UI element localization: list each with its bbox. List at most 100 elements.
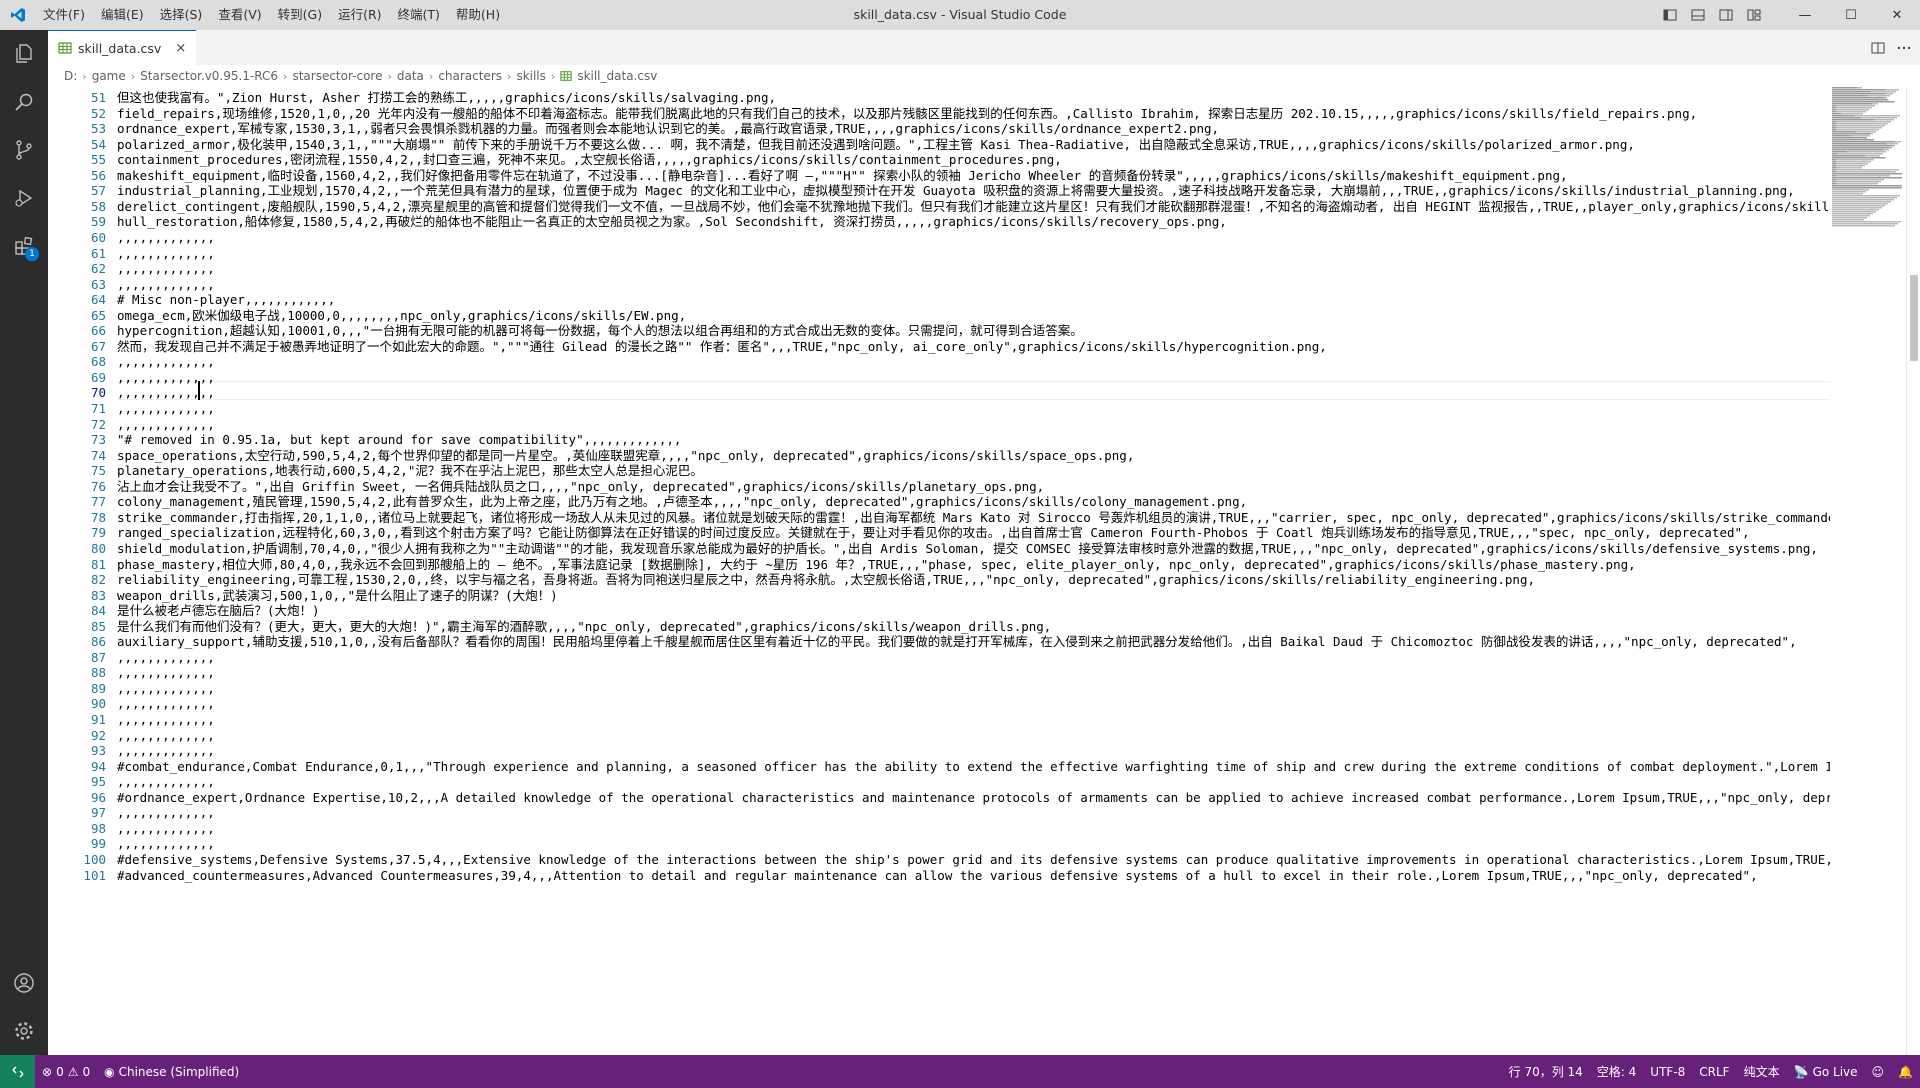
- csv-file-icon: [58, 42, 72, 54]
- indentation[interactable]: 空格: 4: [1590, 1063, 1644, 1080]
- remote-indicator-icon[interactable]: [0, 1055, 35, 1088]
- menu-item[interactable]: 终端(T): [390, 0, 448, 30]
- tab-skill-data-csv[interactable]: skill_data.csv ×: [48, 30, 197, 65]
- breadcrumb-separator: ›: [82, 69, 87, 83]
- minimap-line: [1832, 111, 1837, 113]
- minimap-line: [1832, 143, 1887, 145]
- minimap-line: [1832, 141, 1895, 143]
- minimap[interactable]: [1830, 87, 1906, 1055]
- vertical-scrollbar[interactable]: [1906, 87, 1920, 1055]
- minimap-line: [1832, 125, 1885, 127]
- breadcrumb-item[interactable]: Starsector.v0.95.1-RC6: [140, 69, 278, 83]
- explorer-icon[interactable]: [0, 30, 48, 78]
- close-window-button[interactable]: ✕: [1874, 0, 1920, 30]
- minimap-line: [1832, 167, 1862, 169]
- toggle-primary-sidebar-icon[interactable]: [1656, 0, 1684, 30]
- menu-item[interactable]: 选择(S): [152, 0, 211, 30]
- breadcrumb-item[interactable]: data: [397, 69, 424, 83]
- minimap-line: [1832, 121, 1891, 123]
- code-area[interactable]: 但这也使我富有。",Zion Hurst, Asher 打捞工会的熟练工,,,,…: [117, 87, 1830, 1055]
- csv-file-icon: [560, 71, 572, 81]
- minimap-line: [1832, 215, 1870, 217]
- end-of-line[interactable]: CRLF: [1692, 1065, 1736, 1079]
- minimize-button[interactable]: —: [1782, 0, 1828, 30]
- minimap-line: [1832, 221, 1901, 223]
- code-line[interactable]: #advanced_countermeasures,Advanced Count…: [117, 866, 1830, 885]
- menu-item[interactable]: 文件(F): [35, 0, 93, 30]
- feedback-icon[interactable]: ☺: [1865, 1065, 1892, 1079]
- breadcrumb-item[interactable]: starsector-core: [292, 69, 382, 83]
- minimap-line: [1832, 155, 1865, 157]
- breadcrumb-separator: ›: [130, 69, 136, 83]
- tab-close-button[interactable]: ×: [175, 41, 186, 56]
- minimap-line: [1832, 149, 1884, 151]
- menu-item[interactable]: 转到(G): [270, 0, 330, 30]
- run-debug-icon[interactable]: [0, 174, 48, 222]
- language-pack-indicator[interactable]: ◉ Chinese (Simplified): [97, 1065, 246, 1079]
- menu-item[interactable]: 帮助(H): [448, 0, 508, 30]
- menu-item[interactable]: 编辑(E): [93, 0, 152, 30]
- minimap-line: [1832, 157, 1886, 159]
- warning-icon: ⚠: [67, 1064, 79, 1079]
- maximize-button[interactable]: ☐: [1828, 0, 1874, 30]
- minimap-line: [1832, 91, 1871, 93]
- minimap-line: [1832, 213, 1873, 215]
- minimap-line: [1832, 201, 1891, 203]
- breadcrumb-separator: ›: [283, 69, 288, 83]
- minimap-line: [1832, 169, 1899, 171]
- language-mode[interactable]: 纯文本: [1737, 1063, 1787, 1080]
- minimap-line: [1832, 105, 1875, 107]
- minimap-line: [1832, 121, 1837, 123]
- customize-layout-icon[interactable]: [1740, 0, 1768, 30]
- encoding[interactable]: UTF-8: [1643, 1065, 1692, 1079]
- minimap-line: [1832, 179, 1884, 181]
- gear-icon[interactable]: [0, 1007, 48, 1055]
- minimap-line: [1832, 175, 1890, 177]
- minimap-line: [1832, 189, 1869, 191]
- breadcrumb-item[interactable]: characters: [438, 69, 502, 83]
- source-control-icon[interactable]: [0, 126, 48, 174]
- vscode-logo-icon[interactable]: [0, 0, 35, 30]
- cursor-position[interactable]: 行 70，列 14: [1502, 1063, 1590, 1080]
- minimap-line: [1832, 119, 1875, 121]
- minimap-line: [1832, 177, 1902, 179]
- minimap-line: [1832, 139, 1874, 141]
- minimap-line: [1832, 223, 1898, 225]
- minimap-line: [1832, 187, 1902, 189]
- problems-indicator[interactable]: ⊗ 0 ⚠ 0: [35, 1065, 97, 1079]
- breadcrumb-item[interactable]: game: [92, 69, 126, 83]
- split-editor-icon[interactable]: [1870, 40, 1886, 56]
- editor[interactable]: 51 52 53 54 55 56 57 58 59 60 61 62 63 64 65 66 67 68 69 70…: [48, 87, 1920, 1055]
- toggle-secondary-sidebar-icon[interactable]: [1712, 0, 1740, 30]
- minimap-line: [1832, 131, 1856, 133]
- minimap-line: [1832, 97, 1885, 99]
- extensions-icon[interactable]: 1: [0, 222, 48, 270]
- breadcrumb-item[interactable]: skills: [516, 69, 545, 83]
- warning-count: 0: [82, 1064, 91, 1079]
- minimap-line: [1832, 87, 1857, 89]
- minimap-line: [1832, 165, 1837, 167]
- menu-item[interactable]: 运行(R): [330, 0, 389, 30]
- breadcrumb-item[interactable]: skill_data.csv: [577, 69, 657, 83]
- minimap-line: [1832, 105, 1837, 107]
- minimap-line: [1832, 169, 1837, 171]
- notifications-bell-icon[interactable]: 🔔: [1891, 1065, 1920, 1079]
- toggle-panel-icon[interactable]: [1684, 0, 1712, 30]
- minimap-line: [1832, 95, 1868, 97]
- breadcrumb-item[interactable]: D:: [64, 69, 77, 83]
- radio-tower-icon: 📡: [1793, 1064, 1809, 1079]
- minimap-line: [1832, 209, 1879, 211]
- line-number-gutter: 51 52 53 54 55 56 57 58 59 60 61 62 63 64 65 66 67 68 69 70…: [48, 87, 112, 1055]
- minimap-line: [1832, 127, 1882, 129]
- minimap-line: [1832, 191, 1866, 193]
- minimap-line: [1832, 127, 1837, 129]
- scrollbar-thumb[interactable]: [1910, 275, 1918, 361]
- minimap-line: [1832, 153, 1883, 155]
- more-actions-icon[interactable]: [1896, 40, 1912, 56]
- menu-item[interactable]: 查看(V): [210, 0, 269, 30]
- minimap-line: [1832, 117, 1861, 119]
- go-live-button[interactable]: 📡 Go Live: [1787, 1065, 1865, 1079]
- account-icon[interactable]: [0, 959, 48, 1007]
- search-icon[interactable]: [0, 78, 48, 126]
- minimap-line: [1832, 109, 1837, 111]
